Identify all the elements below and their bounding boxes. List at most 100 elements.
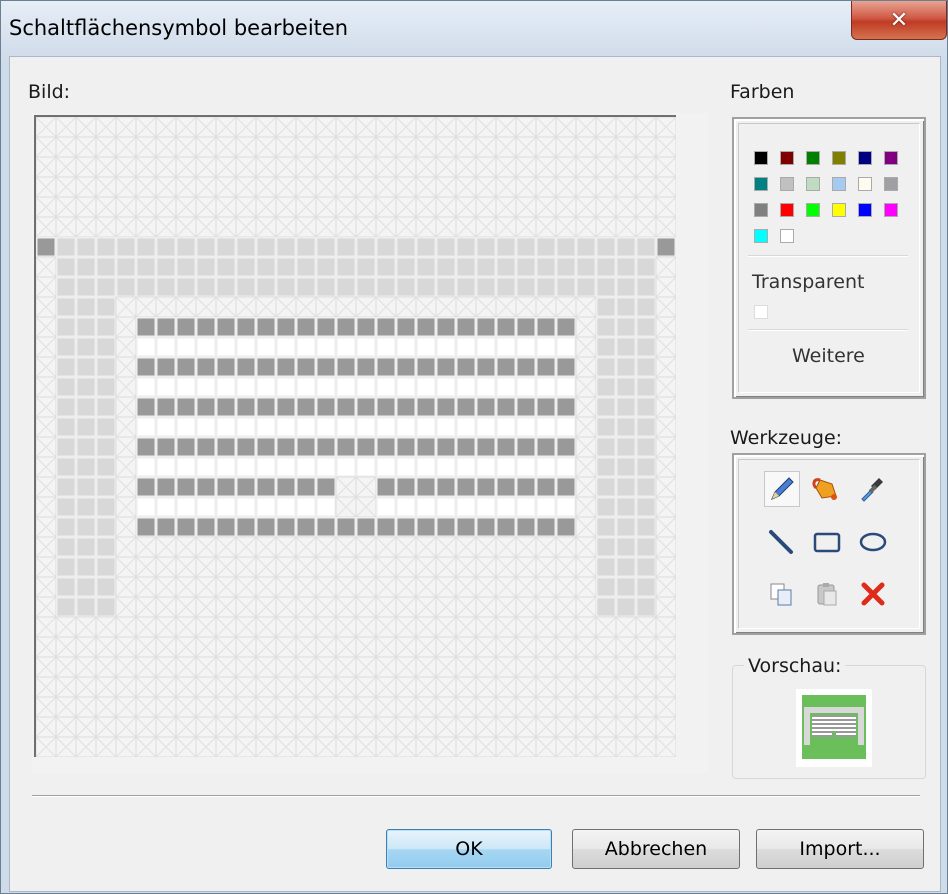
pixel[interactable] [597, 358, 615, 376]
pixel[interactable] [477, 458, 495, 476]
pixel[interactable] [317, 238, 335, 256]
transparent-pixel[interactable] [415, 576, 437, 598]
pixel[interactable] [57, 298, 75, 316]
transparent-pixel[interactable] [535, 296, 557, 318]
pixel[interactable] [657, 238, 675, 256]
transparent-pixel[interactable] [36, 136, 57, 158]
transparent-pixel[interactable] [315, 216, 337, 238]
pixel[interactable] [97, 498, 115, 516]
transparent-pixel[interactable] [435, 196, 457, 218]
transparent-pixel[interactable] [375, 296, 397, 318]
pixel[interactable] [137, 458, 155, 476]
transparent-pixel[interactable] [655, 636, 676, 658]
transparent-pixel[interactable] [175, 736, 197, 757]
pixel[interactable] [477, 358, 495, 376]
transparent-pixel[interactable] [495, 716, 517, 738]
transparent-pixel[interactable] [655, 196, 676, 218]
transparent-pixel[interactable] [655, 596, 676, 618]
transparent-pixel[interactable] [595, 156, 617, 178]
pixel[interactable] [217, 378, 235, 396]
pixel[interactable] [57, 278, 75, 296]
transparent-pixel[interactable] [215, 296, 237, 318]
transparent-pixel[interactable] [555, 216, 577, 238]
pixel[interactable] [177, 418, 195, 436]
pixel[interactable] [137, 338, 155, 356]
pixel[interactable] [417, 258, 435, 276]
transparent-pixel[interactable] [195, 216, 217, 238]
transparent-pixel[interactable] [495, 556, 517, 578]
transparent-pixel[interactable] [215, 556, 237, 578]
pixel[interactable] [537, 478, 555, 496]
transparent-pixel[interactable] [495, 656, 517, 678]
pixel[interactable] [637, 298, 655, 316]
transparent-pixel[interactable] [195, 196, 217, 218]
transparent-pixel[interactable] [175, 616, 197, 638]
transparent-pixel[interactable] [655, 536, 676, 558]
pixel[interactable] [377, 458, 395, 476]
transparent-pixel[interactable] [455, 696, 477, 718]
pixel[interactable] [477, 238, 495, 256]
transparent-pixel[interactable] [575, 696, 597, 718]
transparent-pixel[interactable] [115, 596, 137, 618]
pixel[interactable] [457, 458, 475, 476]
transparent-pixel[interactable] [115, 416, 137, 438]
transparent-pixel[interactable] [395, 676, 417, 698]
pixel[interactable] [477, 378, 495, 396]
pixel[interactable] [397, 478, 415, 496]
transparent-pixel[interactable] [215, 576, 237, 598]
transparent-pixel[interactable] [515, 216, 537, 238]
transparent-pixel[interactable] [355, 576, 377, 598]
transparent-pixel[interactable] [175, 636, 197, 658]
transparent-pixel[interactable] [255, 596, 277, 618]
pixel[interactable] [557, 518, 575, 536]
pixel[interactable] [537, 418, 555, 436]
transparent-pixel[interactable] [515, 196, 537, 218]
transparent-pixel[interactable] [615, 156, 637, 178]
pixel[interactable] [517, 418, 535, 436]
transparent-pixel[interactable] [575, 296, 597, 318]
pixel[interactable] [517, 518, 535, 536]
pixel[interactable] [277, 258, 295, 276]
pixel[interactable] [157, 458, 175, 476]
color-swatch[interactable] [884, 203, 898, 217]
transparent-pixel[interactable] [155, 696, 177, 718]
transparent-pixel[interactable] [315, 736, 337, 757]
pixel[interactable] [77, 258, 95, 276]
transparent-pixel[interactable] [275, 556, 297, 578]
pixel[interactable] [277, 518, 295, 536]
pixel[interactable] [157, 498, 175, 516]
pixel[interactable] [557, 358, 575, 376]
transparent-pixel[interactable] [535, 716, 557, 738]
transparent-pixel[interactable] [495, 576, 517, 598]
transparent-pixel[interactable] [575, 156, 597, 178]
import-button[interactable]: Import... [756, 829, 924, 869]
transparent-pixel[interactable] [275, 636, 297, 658]
transparent-pixel[interactable] [55, 676, 77, 698]
pixel[interactable] [617, 458, 635, 476]
pixel[interactable] [157, 518, 175, 536]
transparent-pixel[interactable] [455, 156, 477, 178]
transparent-pixel[interactable] [95, 216, 117, 238]
transparent-pixel[interactable] [395, 296, 417, 318]
color-swatch[interactable] [832, 151, 846, 165]
pixel[interactable] [637, 578, 655, 596]
pixel[interactable] [197, 278, 215, 296]
pixel[interactable] [177, 258, 195, 276]
pixel[interactable] [597, 438, 615, 456]
pixel[interactable] [57, 538, 75, 556]
transparent-pixel[interactable] [115, 117, 137, 138]
color-swatch[interactable] [780, 151, 794, 165]
transparent-pixel[interactable] [95, 136, 117, 158]
pixel[interactable] [97, 438, 115, 456]
pixel[interactable] [397, 378, 415, 396]
transparent-pixel[interactable] [335, 616, 357, 638]
pixel[interactable] [237, 478, 255, 496]
transparent-pixel[interactable] [575, 336, 597, 358]
color-swatch[interactable] [858, 177, 872, 191]
transparent-pixel[interactable] [395, 196, 417, 218]
transparent-pixel[interactable] [155, 117, 177, 138]
pixel[interactable] [497, 318, 515, 336]
pixel[interactable] [57, 478, 75, 496]
transparent-pixel[interactable] [535, 556, 557, 578]
pixel[interactable] [377, 518, 395, 536]
